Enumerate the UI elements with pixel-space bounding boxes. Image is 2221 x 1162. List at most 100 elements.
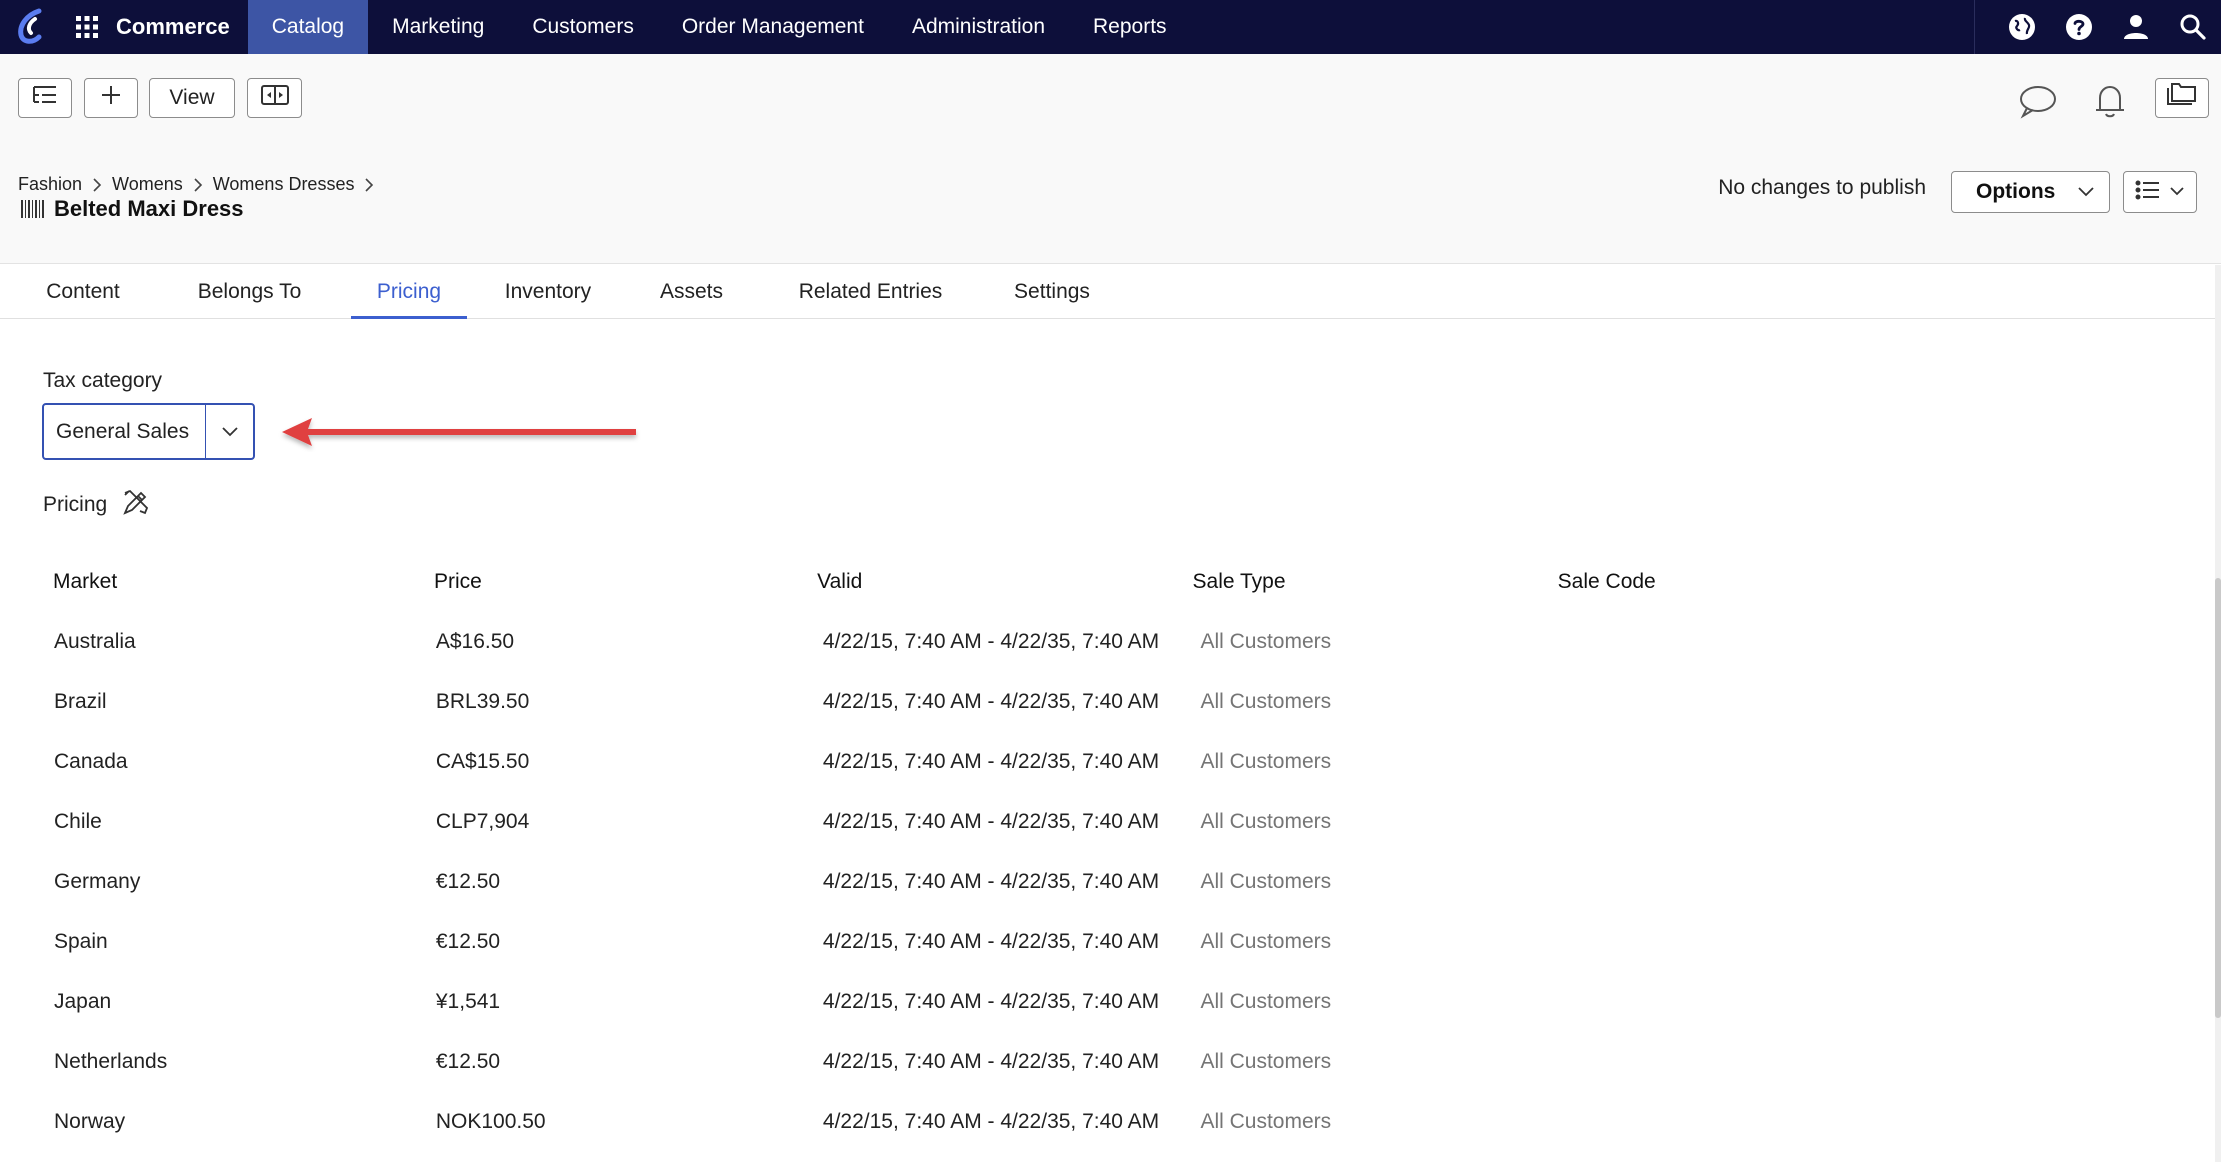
chevron-right-icon [92, 177, 102, 193]
folders-button[interactable] [2155, 78, 2209, 118]
nav-item-customers[interactable]: Customers [508, 0, 658, 54]
sale-type-cell: All Customers [1200, 870, 1332, 893]
table-row[interactable]: Australia A$16.50 4/22/15, 7:40 AM - 4/22/… [40, 612, 1840, 672]
chevron-right-icon [193, 177, 203, 193]
nav-item-catalog[interactable]: Catalog [247, 0, 369, 54]
price-cell: €12.50 [435, 1050, 501, 1073]
tab-inventory[interactable]: Inventory [485, 265, 611, 318]
market-cell: Netherlands [54, 1050, 168, 1073]
valid-cell: 4/22/15, 7:40 AM - 4/22/35, 7:40 AM [822, 930, 1160, 953]
column-header-price[interactable]: Price [420, 570, 799, 594]
tree-list-icon [32, 84, 58, 112]
column-header-sale-code[interactable]: Sale Code [1558, 570, 1840, 594]
table-row[interactable]: Norway NOK100.50 4/22/15, 7:40 AM - 4/22/3… [40, 1092, 1840, 1152]
app-switcher-icon[interactable] [62, 0, 112, 54]
market-cell: Brazil [54, 690, 107, 713]
table-row[interactable]: Canada CA$15.50 4/22/15, 7:40 AM - 4/22/35… [40, 732, 1840, 792]
price-cell: BRL39.50 [435, 690, 530, 713]
page-title: Belted Maxi Dress [20, 196, 244, 222]
top-navigation-tools [1974, 0, 2221, 54]
add-button[interactable] [84, 78, 138, 118]
tab-related-entries[interactable]: Related Entries [772, 265, 969, 318]
table-row[interactable]: Spain €12.50 4/22/15, 7:40 AM - 4/22/35, 7… [40, 912, 1840, 972]
breadcrumb-item-womens[interactable]: Womens [112, 174, 183, 195]
price-cell: NOK100.50 [435, 1110, 546, 1133]
scrollbar-thumb[interactable] [2215, 578, 2221, 1018]
comment-icon[interactable] [2016, 80, 2060, 122]
page-title-text: Belted Maxi Dress [54, 196, 244, 221]
table-body: Australia A$16.50 4/22/15, 7:40 AM - 4/22/… [40, 612, 1840, 1152]
tab-pricing[interactable]: Pricing [351, 265, 467, 319]
tab-assets[interactable]: Assets [611, 265, 772, 318]
search-icon[interactable] [2164, 0, 2221, 54]
nav-item-administration[interactable]: Administration [888, 0, 1069, 54]
toolbar: View Fashion Womens Womens Dresses Belte… [0, 54, 2221, 264]
edit-pricing-icon[interactable] [121, 487, 151, 523]
price-cell: ¥1,541 [435, 990, 501, 1013]
sale-type-cell: All Customers [1200, 930, 1332, 953]
list-icon [2135, 180, 2161, 205]
price-cell: €12.50 [435, 870, 501, 893]
tax-category-select[interactable]: General Sales [42, 403, 255, 460]
chevron-down-icon [2169, 183, 2185, 201]
barcode-icon [20, 199, 46, 219]
list-menu-button[interactable] [2123, 171, 2197, 213]
options-button[interactable]: Options [1951, 171, 2110, 213]
table-row[interactable]: Chile CLP7,904 4/22/15, 7:40 AM - 4/22/35,… [40, 792, 1840, 852]
market-cell: Chile [54, 810, 102, 833]
price-cell: €12.50 [435, 930, 501, 953]
breadcrumb-item-womens-dresses[interactable]: Womens Dresses [213, 174, 355, 195]
market-cell: Japan [54, 990, 112, 1013]
nav-item-marketing[interactable]: Marketing [368, 0, 508, 54]
table-row[interactable]: Japan ¥1,541 4/22/15, 7:40 AM - 4/22/35, 7… [40, 972, 1840, 1032]
help-icon[interactable] [2050, 0, 2107, 54]
nav-item-order-management[interactable]: Order Management [658, 0, 888, 54]
table-row[interactable]: Brazil BRL39.50 4/22/15, 7:40 AM - 4/22/35… [40, 672, 1840, 732]
market-cell: Norway [54, 1110, 126, 1133]
valid-cell: 4/22/15, 7:40 AM - 4/22/35, 7:40 AM [822, 990, 1160, 1013]
tree-view-button[interactable] [18, 78, 72, 118]
pricing-section-label: Pricing [43, 487, 151, 523]
user-icon[interactable] [2107, 0, 2164, 54]
column-header-sale-type[interactable]: Sale Type [1179, 570, 1558, 594]
compare-button[interactable] [247, 78, 302, 118]
chevron-down-icon[interactable] [205, 405, 253, 458]
price-cell: A$16.50 [435, 630, 515, 653]
valid-cell: 4/22/15, 7:40 AM - 4/22/35, 7:40 AM [822, 870, 1160, 893]
column-header-valid[interactable]: Valid [799, 570, 1178, 594]
bell-icon[interactable] [2088, 80, 2132, 122]
breadcrumb: Fashion Womens Womens Dresses [18, 174, 384, 195]
options-label: Options [1976, 180, 2056, 203]
table-row[interactable]: Germany €12.50 4/22/15, 7:40 AM - 4/22/35,… [40, 852, 1840, 912]
tab-belongs-to[interactable]: Belongs To [166, 265, 333, 318]
valid-cell: 4/22/15, 7:40 AM - 4/22/35, 7:40 AM [822, 750, 1160, 773]
globe-icon[interactable] [1993, 0, 2050, 54]
plus-icon [99, 83, 123, 113]
column-header-market[interactable]: Market [40, 570, 420, 594]
logo-icon[interactable] [0, 0, 62, 54]
annotation-arrow-icon [278, 412, 642, 457]
chevron-down-icon [2077, 180, 2095, 204]
tax-category-label: Tax category [43, 369, 163, 392]
folders-icon [2166, 82, 2198, 114]
market-cell: Canada [54, 750, 128, 773]
table-row[interactable]: Netherlands €12.50 4/22/15, 7:40 AM - 4/22… [40, 1032, 1840, 1092]
valid-cell: 4/22/15, 7:40 AM - 4/22/35, 7:40 AM [822, 690, 1160, 713]
price-cell: CLP7,904 [435, 810, 530, 833]
tab-content[interactable]: Content [0, 265, 166, 318]
chevron-right-icon [364, 177, 374, 193]
valid-cell: 4/22/15, 7:40 AM - 4/22/35, 7:40 AM [822, 630, 1160, 653]
market-cell: Spain [54, 930, 108, 953]
breadcrumb-item-fashion[interactable]: Fashion [18, 174, 82, 195]
nav-item-reports[interactable]: Reports [1069, 0, 1191, 54]
app-name[interactable]: Commerce [112, 0, 248, 54]
sale-type-cell: All Customers [1200, 1050, 1332, 1073]
pricing-label-text: Pricing [43, 493, 108, 516]
market-cell: Australia [54, 630, 136, 653]
tab-settings[interactable]: Settings [969, 265, 1135, 318]
valid-cell: 4/22/15, 7:40 AM - 4/22/35, 7:40 AM [822, 1110, 1160, 1133]
table-header: Market Price Valid Sale Type Sale Code [40, 560, 1840, 604]
sale-type-cell: All Customers [1200, 630, 1332, 653]
sale-type-cell: All Customers [1200, 690, 1332, 713]
view-button[interactable]: View [149, 78, 235, 118]
